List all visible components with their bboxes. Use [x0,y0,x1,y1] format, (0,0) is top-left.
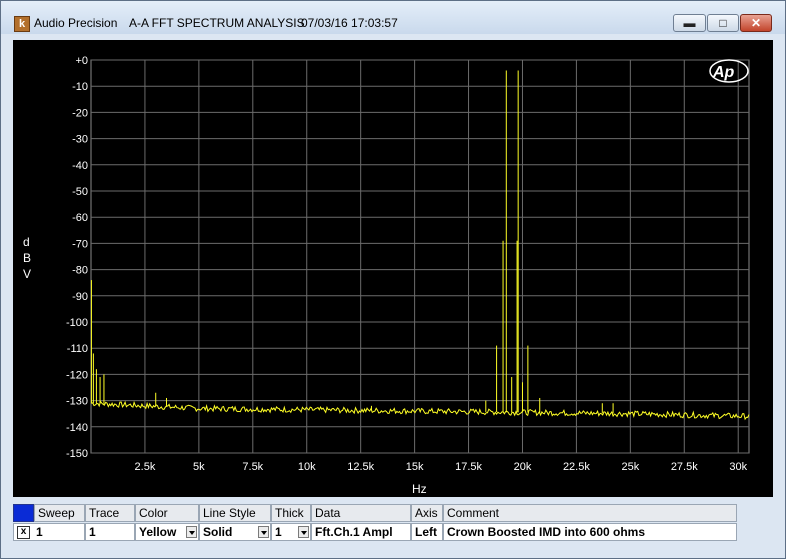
minimize-icon: ▬ [683,16,696,30]
y-tick-label: -20 [72,107,88,119]
close-button[interactable]: ✕ [740,14,772,32]
chevron-down-icon[interactable] [258,526,269,538]
app-name: Audio Precision [34,16,118,30]
x-tick-label: 25k [621,461,639,473]
sweep-cell[interactable]: x 1 [13,523,85,541]
y-axis-label-b: B [23,251,31,265]
x-tick-label: 27.5k [671,461,698,473]
header-data[interactable]: Data [311,504,411,522]
x-tick-label: 15k [406,461,424,473]
x-tick-label: 17.5k [455,461,482,473]
fft-plot[interactable]: +0 -10 -20 -30 -40 -50 -60 -70 -80 -90 -100 -110 -12… [13,40,773,497]
maximize-button[interactable]: □ [707,14,739,32]
y-axis-label-v: V [23,267,31,281]
x-tick-label: 5k [193,461,205,473]
minimize-button[interactable]: ▬ [673,14,706,32]
color-value: Yellow [139,525,177,539]
data-value: Fft.Ch.1 Ampl [315,525,393,539]
y-tick-label: -60 [72,212,88,224]
trace-value: 1 [89,525,96,539]
trace-cell[interactable]: 1 [85,523,135,541]
timestamp: 07/03/16 17:03:57 [301,16,398,30]
header-trace[interactable]: Trace [85,504,135,522]
title-bar[interactable]: k Audio Precision A-A FFT SPECTRUM ANALY… [1,1,785,34]
header-comment[interactable]: Comment [443,504,737,522]
y-axis-label-d: d [23,235,30,249]
x-tick-label: 7.5k [242,461,263,473]
comment-value: Crown Boosted IMD into 600 ohms [447,525,646,539]
x-tick-label: 30k [729,461,747,473]
trace-enable-checkbox[interactable]: x [17,526,30,539]
header-thick[interactable]: Thick [271,504,311,522]
maximize-icon: □ [719,16,727,30]
y-tick-label: -70 [72,238,88,250]
y-tick-label: -40 [72,160,88,172]
thick-dropdown[interactable]: 1 [271,523,311,541]
window-title: A-A FFT SPECTRUM ANALYSIS [129,16,305,30]
y-tick-label: -50 [72,186,88,198]
ap-logo-text: Ap [712,64,735,81]
plot-area [90,59,750,454]
close-icon: ✕ [750,16,762,30]
axis-value: Left [415,525,437,539]
y-tick-label: -90 [72,291,88,303]
line-style-dropdown[interactable]: Solid [199,523,271,541]
comment-cell[interactable]: Crown Boosted IMD into 600 ohms [443,523,737,541]
y-tick-label: -30 [72,134,88,146]
header-axis[interactable]: Axis [411,504,443,522]
y-tick-label: -140 [66,422,88,434]
y-tick-label: -150 [66,448,88,460]
y-tick-label: -110 [67,343,88,355]
color-dropdown[interactable]: Yellow [135,523,199,541]
app-icon[interactable]: k [14,16,30,32]
x-tick-label: 10k [298,461,316,473]
thick-value: 1 [275,525,282,539]
x-tick-label: 12.5k [347,461,374,473]
line-style-value: Solid [203,525,233,539]
y-tick-label: -10 [72,81,88,93]
app-window: k Audio Precision A-A FFT SPECTRUM ANALY… [0,0,786,559]
fft-chart[interactable]: +0 -10 -20 -30 -40 -50 -60 -70 -80 -90 -100 -110 -12… [13,40,773,497]
x-tick-label: 20k [514,461,532,473]
header-sweep[interactable]: Sweep [34,504,85,522]
y-tick-label: -120 [66,369,88,381]
trace-legend-table: Sweep Trace Color Line Style Thick Data … [13,504,773,542]
y-tick-label: +0 [75,55,88,67]
data-cell[interactable]: Fft.Ch.1 Ampl [311,523,411,541]
sweep-value: 1 [36,525,43,539]
y-tick-label: -80 [72,265,88,277]
x-tick-label: 2.5k [135,461,156,473]
x-tick-label: 22.5k [563,461,590,473]
x-axis-label: Hz [412,482,427,496]
y-tick-label: -100 [66,317,88,329]
chevron-down-icon[interactable] [186,526,197,538]
ap-logo: Ap [709,59,749,83]
chevron-down-icon[interactable] [298,526,309,538]
trace-color-swatch[interactable] [13,504,34,522]
axis-cell[interactable]: Left [411,523,443,541]
header-line-style[interactable]: Line Style [199,504,271,522]
trace-noise-floor [91,400,750,421]
y-tick-label: -130 [66,396,88,408]
header-color[interactable]: Color [135,504,199,522]
